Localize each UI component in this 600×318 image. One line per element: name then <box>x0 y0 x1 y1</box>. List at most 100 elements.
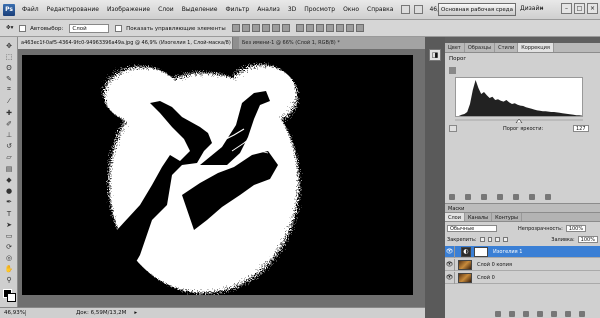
path-select-tool-icon[interactable]: ➤ <box>3 220 15 229</box>
lock-all-icon[interactable] <box>503 237 509 242</box>
eye-icon[interactable]: 👁 <box>445 258 455 271</box>
menu-file[interactable]: Файл <box>18 6 43 13</box>
type-tool-icon[interactable]: T <box>3 209 15 218</box>
tab-channels[interactable]: Каналы <box>465 213 493 221</box>
crop-tool-icon[interactable]: ⌗ <box>3 85 15 94</box>
status-menu-arrow-icon[interactable]: ▸ <box>134 310 137 316</box>
clip-to-layer-icon[interactable] <box>481 194 487 200</box>
tab-color[interactable]: Цвет <box>445 43 465 52</box>
new-group-icon[interactable] <box>551 311 557 317</box>
layer-style-icon[interactable] <box>509 311 515 317</box>
align-middle-icon[interactable] <box>241 24 250 32</box>
threshold-slider-thumb[interactable] <box>515 118 523 124</box>
tab-adjustments[interactable]: Коррекция <box>518 43 554 52</box>
distribute-right-icon[interactable] <box>345 24 354 32</box>
layer-row[interactable]: 👁 Слой 0 копия <box>445 258 600 271</box>
menu-view[interactable]: Просмотр <box>300 6 339 13</box>
adjustment-layer-icon[interactable] <box>449 125 457 132</box>
tab-swatches[interactable]: Образцы <box>465 43 496 52</box>
minimize-button[interactable]: – <box>561 3 572 14</box>
3d-rotate-tool-icon[interactable]: ⟳ <box>3 242 15 251</box>
eyedropper-tool-icon[interactable]: ⁄ <box>3 96 15 105</box>
dodge-tool-icon[interactable]: ● <box>3 186 15 195</box>
menu-filter[interactable]: Фильтр <box>221 6 253 13</box>
menu-3d[interactable]: 3D <box>284 6 300 13</box>
eye-icon[interactable]: 👁 <box>445 271 455 284</box>
lock-position-icon[interactable] <box>495 237 501 242</box>
document-tab-inactive[interactable]: Без имени-1 @ 66% (Слой 1, RGB/8) * <box>239 37 425 49</box>
quick-select-tool-icon[interactable]: ✎ <box>3 74 15 83</box>
reset-adjustment-icon[interactable] <box>529 194 535 200</box>
align-left-icon[interactable] <box>261 24 270 32</box>
distribute-top-icon[interactable] <box>295 24 304 32</box>
delete-adjustment-icon[interactable] <box>545 194 551 200</box>
stamp-tool-icon[interactable]: ⊥ <box>3 130 15 139</box>
gradient-tool-icon[interactable]: ▤ <box>3 164 15 173</box>
close-button[interactable]: × <box>587 3 598 14</box>
lasso-tool-icon[interactable]: ʘ <box>3 63 15 72</box>
menu-edit[interactable]: Редактирование <box>43 6 103 13</box>
lock-transparency-icon[interactable] <box>479 237 485 242</box>
menu-layers[interactable]: Слои <box>154 6 178 13</box>
tab-layers[interactable]: Слои <box>445 213 465 221</box>
mask-thumbnail[interactable] <box>474 246 488 257</box>
visibility-toggle-icon[interactable] <box>497 194 503 200</box>
distribute-bottom-icon[interactable] <box>315 24 324 32</box>
maximize-button[interactable]: □ <box>574 3 585 14</box>
align-right-icon[interactable] <box>281 24 290 32</box>
delete-layer-icon[interactable] <box>579 311 585 317</box>
hand-tool-icon[interactable]: ✋ <box>3 264 15 273</box>
image-canvas[interactable] <box>22 55 413 295</box>
blend-mode-select[interactable]: Обычные <box>447 225 497 232</box>
zoom-field[interactable]: 46,93% <box>0 310 26 316</box>
link-layers-icon[interactable] <box>495 311 501 317</box>
background-color-swatch[interactable] <box>7 293 16 302</box>
masks-tab[interactable]: Маски <box>445 204 600 213</box>
tab-paths[interactable]: Контуры <box>492 213 522 221</box>
align-bottom-icon[interactable] <box>251 24 260 32</box>
align-top-icon[interactable] <box>231 24 240 32</box>
menu-image[interactable]: Изображение <box>103 6 154 13</box>
lock-pixels-icon[interactable] <box>487 237 493 242</box>
canvas-area[interactable] <box>18 49 425 307</box>
workspace-essentials-button[interactable]: Основная рабочая среда <box>438 3 516 16</box>
menu-window[interactable]: Окно <box>339 6 363 13</box>
bridge-icon[interactable] <box>401 5 411 14</box>
shape-tool-icon[interactable]: ▭ <box>3 231 15 240</box>
view-previous-icon[interactable] <box>513 194 519 200</box>
autoselect-select[interactable]: Слой <box>69 23 110 33</box>
3d-orbit-tool-icon[interactable]: ◎ <box>3 253 15 262</box>
pen-tool-icon[interactable]: ✒ <box>3 197 15 206</box>
layer-row[interactable]: 👁 Слой 0 <box>445 271 600 284</box>
eye-icon[interactable]: 👁 <box>445 245 455 258</box>
expand-view-icon[interactable] <box>465 194 471 200</box>
marquee-tool-icon[interactable]: ⬚ <box>3 52 15 61</box>
zoom-tool-icon[interactable]: ⚲ <box>3 275 15 284</box>
distribute-left-icon[interactable] <box>325 24 334 32</box>
autoselect-checkbox[interactable] <box>19 24 27 32</box>
distribute-middle-icon[interactable] <box>305 24 314 32</box>
minibridge-icon[interactable] <box>414 5 424 14</box>
layer-row[interactable]: 👁 ◐ Изогелия 1 <box>445 245 600 258</box>
healing-tool-icon[interactable]: ✚ <box>3 108 15 117</box>
tab-styles[interactable]: Стили <box>495 43 519 52</box>
new-adjustment-icon[interactable] <box>537 311 543 317</box>
threshold-slider[interactable] <box>455 118 583 124</box>
blur-tool-icon[interactable]: ◆ <box>3 175 15 184</box>
move-tool-preset-icon[interactable]: ✥▾ <box>6 25 13 31</box>
show-controls-checkbox[interactable] <box>115 24 123 32</box>
menu-help[interactable]: Справка <box>363 6 397 13</box>
menu-analysis[interactable]: Анализ <box>253 6 284 13</box>
add-mask-icon[interactable] <box>523 311 529 317</box>
panel-expand-icon[interactable]: ◨ <box>429 49 441 61</box>
new-layer-icon[interactable] <box>565 311 571 317</box>
workspace-more-icon[interactable]: » <box>540 5 544 12</box>
document-tab-active[interactable]: a463ec1f-0af5-4364-9fc0-94963396a49a.jpg… <box>18 37 233 49</box>
fill-input[interactable]: 100% <box>577 236 598 243</box>
opacity-input[interactable]: 100% <box>565 225 587 232</box>
history-brush-tool-icon[interactable]: ↺ <box>3 141 15 150</box>
brush-tool-icon[interactable]: ✐ <box>3 119 15 128</box>
align-center-icon[interactable] <box>271 24 280 32</box>
menu-select[interactable]: Выделение <box>178 6 222 13</box>
threshold-level-input[interactable]: 127 <box>573 125 589 132</box>
